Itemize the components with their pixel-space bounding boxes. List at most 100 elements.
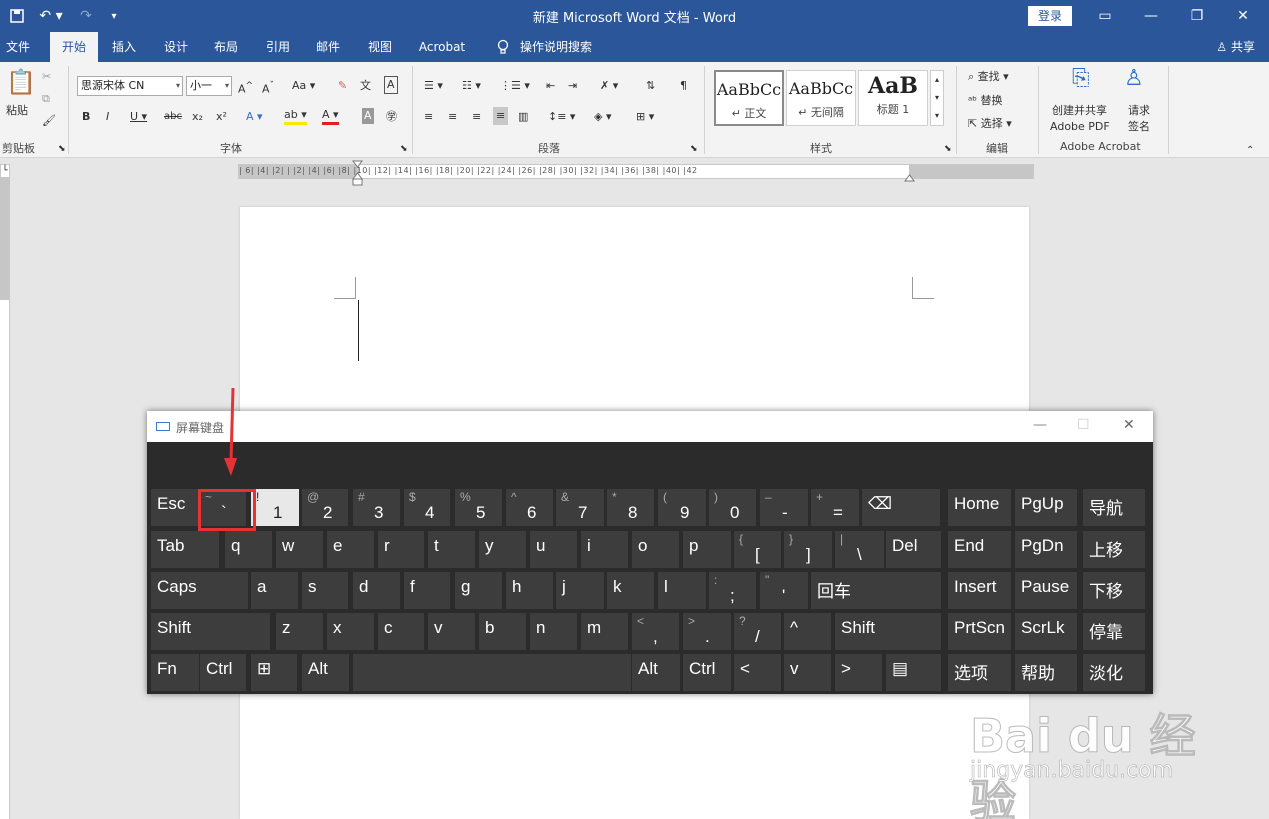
key-0-3[interactable]: @2 [302, 489, 348, 526]
tab-mailings[interactable]: 邮件 [308, 32, 348, 62]
dialog-launcher-icon[interactable]: ⬊ [58, 140, 66, 158]
key-4-5[interactable]: Alt [632, 654, 680, 691]
subscript-icon[interactable]: x₂ [192, 108, 203, 126]
key-1-15[interactable]: End [948, 531, 1011, 568]
grow-font-icon[interactable]: A^ [238, 77, 253, 99]
font-color-icon[interactable]: A ▾ [322, 108, 339, 125]
key-3-13[interactable]: PrtScn [948, 613, 1011, 650]
replace-button[interactable]: ᵃᵇ 替换 [968, 92, 1003, 110]
collapse-ribbon-icon[interactable]: ⌃ [1246, 142, 1254, 160]
restore-icon[interactable]: ❐ [1174, 0, 1220, 32]
right-indent-marker-icon[interactable] [904, 171, 915, 182]
key-1-4[interactable]: r [378, 531, 424, 568]
request-signature-icon[interactable]: ♙ [1124, 68, 1144, 90]
key-1-10[interactable]: p [683, 531, 731, 568]
key-2-8[interactable]: k [607, 572, 654, 609]
key-4-2[interactable]: ⊞ [251, 654, 297, 691]
key-0-14[interactable]: ⌫ [862, 489, 940, 526]
select-button[interactable]: ⇱ 选择 ▾ [968, 115, 1012, 133]
find-button[interactable]: ⌕ 查找 ▾ [968, 68, 1009, 86]
tell-me-search[interactable]: 操作说明搜索 [516, 32, 596, 62]
key-0-7[interactable]: ^ 6 [506, 489, 553, 526]
key-4-6[interactable]: Ctrl [683, 654, 731, 691]
multilevel-list-icon[interactable]: ⋮☰ ▾ [500, 77, 530, 95]
change-case-icon[interactable]: Aa ▾ [292, 77, 315, 95]
align-left-icon[interactable]: ≡ [424, 108, 433, 126]
key-1-13[interactable]: | \ [835, 531, 884, 568]
key-0-11[interactable]: ) 0 [709, 489, 756, 526]
key-3-8[interactable]: <, [632, 613, 679, 650]
tab-design[interactable]: 设计 [156, 32, 196, 62]
font-name-combo[interactable]: 思源宋体 CN ▾ [77, 76, 183, 96]
create-pdf-icon[interactable]: ⎘ [1072, 68, 1090, 90]
character-border-icon[interactable]: A [384, 76, 398, 94]
key-1-12[interactable]: }] [784, 531, 832, 568]
key-3-6[interactable]: n [530, 613, 577, 650]
align-center-icon[interactable]: ≡ [448, 108, 457, 126]
osk-title-bar[interactable]: 屏幕键盘 — ☐ ✕ [147, 411, 1153, 442]
key-0-13[interactable]: + = [811, 489, 859, 526]
key-2-12[interactable]: 回车 [811, 572, 941, 609]
key-1-9[interactable]: o [632, 531, 679, 568]
key-2-11[interactable]: " ' [760, 572, 808, 609]
key-2-13[interactable]: Insert [948, 572, 1011, 609]
key-0-16[interactable]: PgUp [1015, 489, 1077, 526]
text-effects-icon[interactable]: A ▾ [246, 108, 263, 126]
key-0-10[interactable]: (9 [658, 489, 706, 526]
key-4-3[interactable]: Alt [302, 654, 349, 691]
style-heading-1[interactable]: AaB 标题 1 [858, 70, 928, 126]
increase-indent-icon[interactable]: ⇥ [568, 77, 577, 95]
request-signature-label-2[interactable]: 签名 [1128, 118, 1150, 136]
key-2-15[interactable]: 下移 [1083, 572, 1145, 609]
key-1-11[interactable]: {[ [734, 531, 781, 568]
decrease-indent-icon[interactable]: ⇤ [546, 77, 555, 95]
tab-acrobat[interactable]: Acrobat [412, 32, 472, 62]
styles-dialog-launcher-icon[interactable]: ⬊ [944, 140, 952, 158]
justify-icon[interactable]: ≡ [493, 107, 509, 125]
cut-icon[interactable]: ✂ [42, 68, 51, 86]
underline-icon[interactable]: U ▾ [130, 108, 147, 126]
key-1-1[interactable]: q [225, 531, 272, 568]
tab-layout[interactable]: 布局 [206, 32, 246, 62]
key-3-12[interactable]: Shift [835, 613, 941, 650]
key-0-0[interactable]: Esc [151, 489, 199, 526]
key-2-9[interactable]: l [658, 572, 706, 609]
create-pdf-label-2[interactable]: Adobe PDF [1050, 118, 1110, 136]
key-1-2[interactable]: w [276, 531, 323, 568]
format-painter-icon[interactable]: 🖌 [42, 112, 56, 130]
key-4-8[interactable]: v [784, 654, 831, 691]
key-4-1[interactable]: Ctrl [200, 654, 246, 691]
key-0-17[interactable]: 导航 [1083, 489, 1145, 526]
copy-icon[interactable]: ⧉ [42, 90, 50, 108]
key-3-7[interactable]: m [581, 613, 628, 650]
paste-icon[interactable]: 📋 [6, 68, 36, 96]
key-2-1[interactable]: a [251, 572, 298, 609]
key-3-15[interactable]: 停靠 [1083, 613, 1145, 650]
paragraph-dialog-launcher-icon[interactable]: ⬊ [690, 140, 698, 158]
key-1-3[interactable]: e [327, 531, 374, 568]
bold-icon[interactable]: B [82, 108, 90, 126]
highlight-color-icon[interactable]: ab ▾ [284, 108, 307, 125]
show-marks-icon[interactable]: ¶ [680, 77, 687, 95]
key-3-11[interactable]: ^ [784, 613, 831, 650]
key-3-1[interactable]: z [276, 613, 323, 650]
tab-file[interactable]: 文件 [0, 32, 36, 62]
align-right-icon[interactable]: ≡ [472, 108, 481, 126]
minimize-icon[interactable]: — [1128, 0, 1174, 32]
key-2-3[interactable]: d [353, 572, 400, 609]
shading-icon[interactable]: ◈ ▾ [594, 108, 611, 126]
key-3-10[interactable]: ? / [734, 613, 781, 650]
key-1-14[interactable]: Del [886, 531, 941, 568]
style-no-spacing[interactable]: AaBbCc ↵ 无间隔 [786, 70, 856, 126]
sort-icon[interactable]: ⇅ [646, 77, 655, 95]
close-icon[interactable]: ✕ [1220, 0, 1266, 32]
line-spacing-icon[interactable]: ↕≡ ▾ [548, 108, 575, 126]
key-4-7[interactable]: < [734, 654, 781, 691]
key-0-2[interactable]: ! 1 [251, 489, 299, 526]
key-3-2[interactable]: x [327, 613, 374, 650]
superscript-icon[interactable]: x² [216, 108, 227, 126]
key-0-12[interactable]: – - [760, 489, 808, 526]
key-3-4[interactable]: v [428, 613, 475, 650]
key-4-0[interactable]: Fn [151, 654, 199, 691]
indent-marker-icon[interactable] [352, 160, 363, 186]
